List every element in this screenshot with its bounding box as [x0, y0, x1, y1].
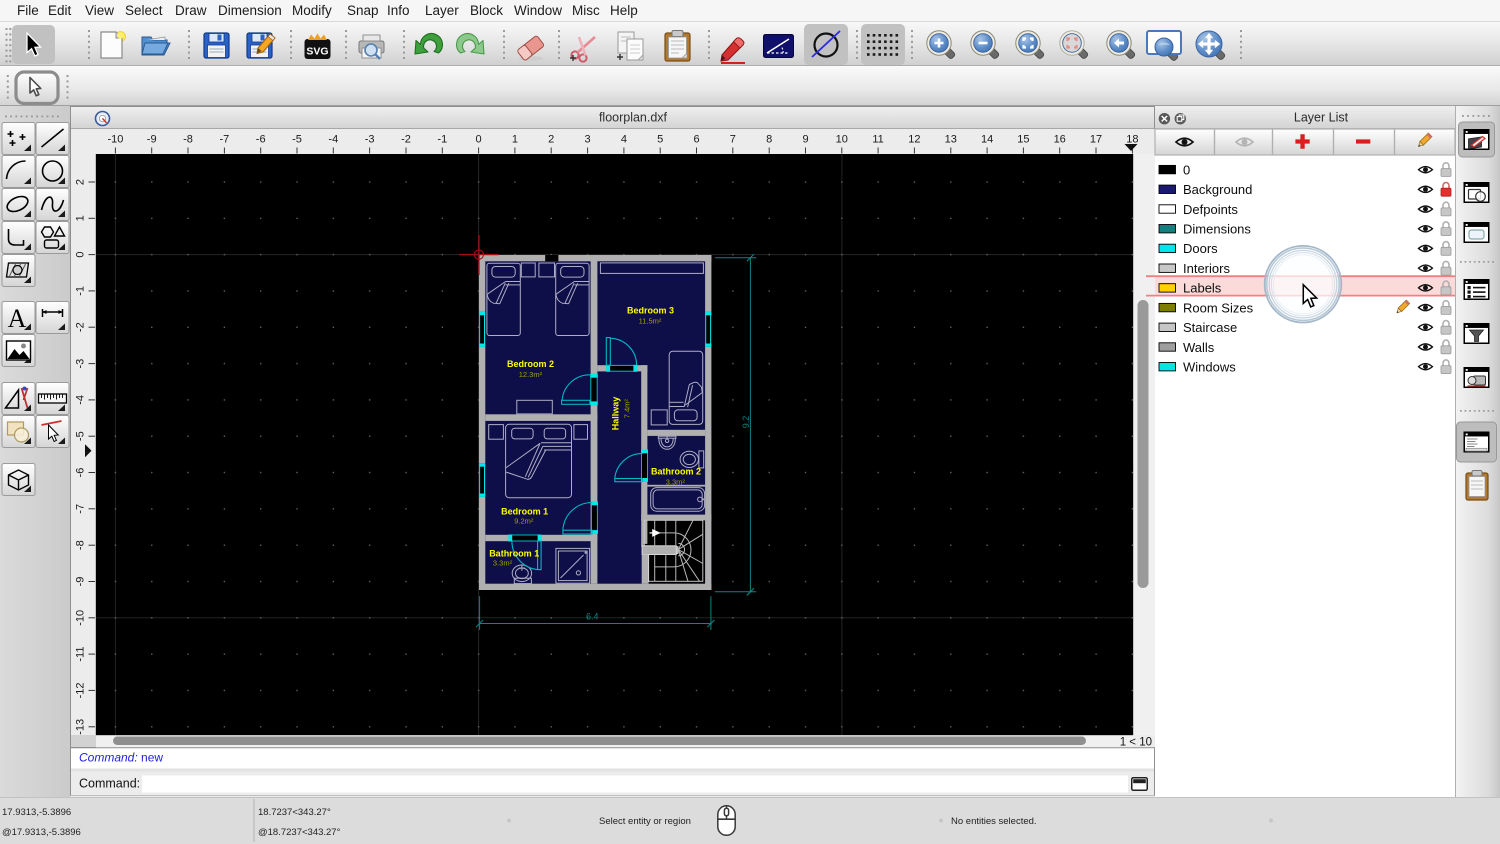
- svg-text:18.7237<343.27°: 18.7237<343.27°: [258, 807, 331, 818]
- svg-text:Help: Help: [610, 3, 638, 18]
- svg-text:18: 18: [1126, 134, 1138, 146]
- svg-text:Background: Background: [1183, 182, 1252, 197]
- svg-text:@17.9313,-5.3896: @17.9313,-5.3896: [2, 827, 81, 838]
- svg-text:8: 8: [766, 134, 772, 146]
- svg-text:-7: -7: [220, 134, 230, 146]
- svg-text:7: 7: [730, 134, 736, 146]
- svg-text:-8: -8: [183, 134, 193, 146]
- svg-text:-9: -9: [75, 577, 87, 587]
- svg-text:-3: -3: [365, 134, 375, 146]
- svg-text:7.4m²: 7.4m²: [623, 399, 632, 419]
- svg-text:Bathroom 1: Bathroom 1: [489, 549, 539, 559]
- svg-text:-11: -11: [75, 647, 87, 662]
- svg-text:Layer: Layer: [425, 3, 459, 18]
- svg-text:Snap: Snap: [347, 3, 379, 18]
- svg-text:1: 1: [75, 215, 87, 221]
- svg-text:12.3m²: 12.3m²: [519, 370, 543, 379]
- svg-text:-7: -7: [75, 504, 87, 514]
- svg-text:Bedroom 2: Bedroom 2: [507, 359, 554, 369]
- svg-text:Bathroom 2: Bathroom 2: [651, 466, 701, 476]
- svg-text:Window: Window: [514, 3, 562, 18]
- svg-text:6: 6: [693, 134, 699, 146]
- svg-text:-8: -8: [75, 540, 87, 550]
- svg-text:4: 4: [621, 134, 627, 146]
- svg-text:11: 11: [872, 134, 883, 146]
- svg-text:Info: Info: [387, 3, 410, 18]
- svg-text:-1: -1: [437, 134, 447, 146]
- svg-text:A: A: [8, 304, 27, 333]
- svg-text:2: 2: [548, 134, 554, 146]
- svg-text:View: View: [85, 3, 114, 18]
- svg-text:17: 17: [1090, 134, 1102, 146]
- svg-text:Bedroom 3: Bedroom 3: [627, 305, 674, 315]
- svg-text:floorplan.dxf: floorplan.dxf: [599, 111, 668, 125]
- svg-text:-9: -9: [147, 134, 157, 146]
- svg-text:Staircase: Staircase: [1183, 320, 1237, 335]
- svg-text:@18.7237<343.27°: @18.7237<343.27°: [258, 827, 341, 838]
- svg-text:SVG: SVG: [306, 46, 328, 58]
- svg-text:Edit: Edit: [48, 3, 72, 18]
- svg-text:11.5m²: 11.5m²: [639, 316, 662, 325]
- svg-text:-13: -13: [75, 719, 87, 735]
- svg-text:Modify: Modify: [292, 3, 332, 18]
- svg-text:No entities selected.: No entities selected.: [951, 816, 1037, 827]
- svg-text:Misc: Misc: [572, 3, 600, 18]
- svg-text:3: 3: [585, 134, 591, 146]
- svg-text:9.2: 9.2: [741, 416, 751, 429]
- svg-text:10: 10: [836, 134, 848, 146]
- svg-text:9.2m²: 9.2m²: [514, 517, 534, 526]
- svg-text:17.9313,-5.3896: 17.9313,-5.3896: [2, 807, 71, 818]
- svg-text:13: 13: [945, 134, 957, 146]
- svg-text:Dimensions: Dimensions: [1183, 222, 1251, 237]
- svg-text:Interiors: Interiors: [1183, 261, 1230, 276]
- svg-text:-1: -1: [75, 286, 87, 296]
- svg-text:Room Sizes: Room Sizes: [1183, 300, 1254, 315]
- svg-text:Block: Block: [470, 3, 503, 18]
- svg-text:-5: -5: [75, 431, 87, 441]
- svg-text:14: 14: [981, 134, 993, 146]
- svg-text:-4: -4: [328, 134, 338, 146]
- svg-text:-2: -2: [401, 134, 411, 146]
- svg-text:-3: -3: [75, 359, 87, 369]
- svg-text:6.4: 6.4: [586, 611, 599, 621]
- svg-text:Dimension: Dimension: [218, 3, 282, 18]
- svg-text:Walls: Walls: [1183, 340, 1215, 355]
- svg-text:-6: -6: [75, 468, 87, 478]
- svg-text:Select: Select: [125, 3, 163, 18]
- svg-text:-10: -10: [75, 610, 87, 626]
- svg-text:-6: -6: [256, 134, 266, 146]
- svg-text:0: 0: [1183, 162, 1190, 177]
- svg-text:Layer List: Layer List: [1294, 111, 1349, 125]
- svg-text:Windows: Windows: [1183, 360, 1236, 375]
- svg-text:-10: -10: [107, 134, 123, 146]
- svg-text:0: 0: [75, 252, 87, 258]
- svg-text:9: 9: [802, 134, 808, 146]
- svg-text:Select entity or region: Select entity or region: [599, 816, 691, 827]
- svg-text:3.3m²: 3.3m²: [493, 559, 513, 568]
- svg-text:15: 15: [1017, 134, 1029, 146]
- svg-text:Command: new: Command: new: [79, 751, 163, 765]
- svg-text:Hallway: Hallway: [610, 397, 620, 431]
- svg-text:Labels: Labels: [1183, 281, 1222, 296]
- svg-text:-12: -12: [75, 682, 87, 698]
- svg-text:-2: -2: [75, 322, 87, 332]
- svg-text:5: 5: [657, 134, 663, 146]
- svg-text:Doors: Doors: [1183, 241, 1218, 256]
- svg-text:1: 1: [512, 134, 518, 146]
- svg-text:3.3m²: 3.3m²: [666, 477, 686, 486]
- svg-text:Bedroom 1: Bedroom 1: [501, 506, 548, 516]
- svg-text:1 < 10: 1 < 10: [1120, 737, 1152, 749]
- svg-text:-5: -5: [292, 134, 302, 146]
- svg-text:2: 2: [75, 179, 87, 185]
- svg-text:-4: -4: [75, 395, 87, 405]
- svg-text:Draw: Draw: [175, 3, 207, 18]
- svg-text:0: 0: [476, 134, 482, 146]
- svg-text:Defpoints: Defpoints: [1183, 202, 1238, 217]
- svg-text:12: 12: [908, 134, 920, 146]
- svg-text:16: 16: [1054, 134, 1066, 146]
- svg-text:File: File: [17, 3, 39, 18]
- svg-text:Command:: Command:: [79, 777, 140, 791]
